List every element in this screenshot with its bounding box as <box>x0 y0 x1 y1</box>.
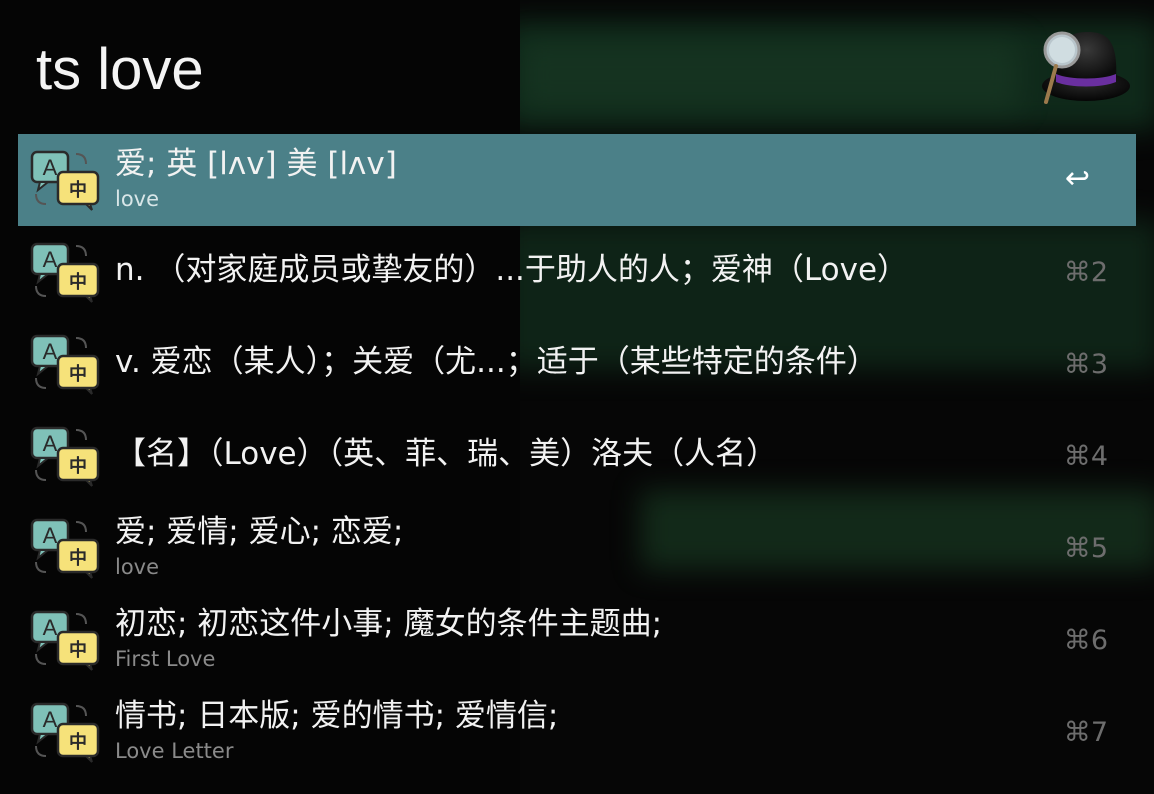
translate-icon: A 中 <box>30 426 100 487</box>
svg-text:中: 中 <box>69 363 87 385</box>
svg-text:中: 中 <box>69 639 87 661</box>
result-row[interactable]: A 中 【名】（Love）（英、菲、瑞、美）洛夫（人名） ⌘4 <box>18 410 1136 502</box>
svg-text:A: A <box>43 431 58 456</box>
translate-icon: A 中 <box>30 518 100 579</box>
alfred-window: A 中 爱; 英 [lʌv] 美 [lʌv] love ↩ A 中 <box>0 0 1154 794</box>
svg-text:A: A <box>43 155 58 180</box>
result-row[interactable]: A 中 初恋; 初恋这件小事; 魔女的条件主题曲; First Love ⌘6 <box>18 594 1136 686</box>
result-shortcut: ⌘3 <box>1063 349 1108 380</box>
svg-text:A: A <box>43 339 58 364</box>
result-subtitle: love <box>115 555 160 579</box>
translate-icon: A 中 <box>30 702 100 763</box>
result-title: v. 爱恋（某人）；关爱（尤...；适于（某些特定的条件） <box>115 344 878 380</box>
translate-icon: A 中 <box>30 242 100 303</box>
result-subtitle: love <box>115 187 160 211</box>
translate-icon: A 中 <box>30 610 100 671</box>
svg-text:中: 中 <box>69 547 87 569</box>
result-row[interactable]: A 中 爱; 英 [lʌv] 美 [lʌv] love ↩ <box>18 134 1136 226</box>
svg-text:中: 中 <box>69 179 87 201</box>
svg-text:中: 中 <box>69 731 87 753</box>
result-title: 初恋; 初恋这件小事; 魔女的条件主题曲; <box>115 606 663 642</box>
result-row[interactable]: A 中 v. 爱恋（某人）；关爱（尤...；适于（某些特定的条件） ⌘3 <box>18 318 1136 410</box>
result-row[interactable]: A 中 爱; 爱情; 爱心; 恋爱; love ⌘5 <box>18 502 1136 594</box>
svg-text:A: A <box>43 523 58 548</box>
result-subtitle: First Love <box>115 647 216 671</box>
result-subtitle: Love Letter <box>115 739 234 763</box>
result-shortcut: ⌘6 <box>1063 625 1108 656</box>
result-shortcut: ⌘7 <box>1063 717 1108 748</box>
svg-text:A: A <box>43 247 58 272</box>
svg-text:中: 中 <box>69 271 87 293</box>
translate-icon: A 中 <box>30 334 100 395</box>
result-shortcut: ⌘5 <box>1063 533 1108 564</box>
result-list: A 中 爱; 英 [lʌv] 美 [lʌv] love ↩ A 中 n. （对家… <box>18 134 1136 778</box>
result-shortcut: ⌘4 <box>1063 441 1108 472</box>
return-icon: ↩ <box>1064 161 1090 196</box>
result-row[interactable]: A 中 n. （对家庭成员或挚友的）...于助人的人；爱神（Love） ⌘2 <box>18 226 1136 318</box>
result-title: 【名】（Love）（英、菲、瑞、美）洛夫（人名） <box>115 436 778 472</box>
svg-text:中: 中 <box>69 455 87 477</box>
svg-text:A: A <box>43 707 58 732</box>
search-input[interactable] <box>36 34 996 106</box>
search-bar <box>0 0 1154 134</box>
translate-icon: A 中 <box>30 150 100 211</box>
result-title: 爱; 爱情; 爱心; 恋爱; <box>115 514 404 550</box>
result-title: 情书; 日本版; 爱的情书; 爱情信; <box>115 698 559 734</box>
svg-text:A: A <box>43 615 58 640</box>
result-title: n. （对家庭成员或挚友的）...于助人的人；爱神（Love） <box>115 252 909 288</box>
result-title: 爱; 英 [lʌv] 美 [lʌv] <box>115 146 397 182</box>
result-row[interactable]: A 中 情书; 日本版; 爱的情书; 爱情信; Love Letter ⌘7 <box>18 686 1136 778</box>
result-shortcut: ⌘2 <box>1063 257 1108 288</box>
alfred-hat-icon <box>1042 31 1130 104</box>
